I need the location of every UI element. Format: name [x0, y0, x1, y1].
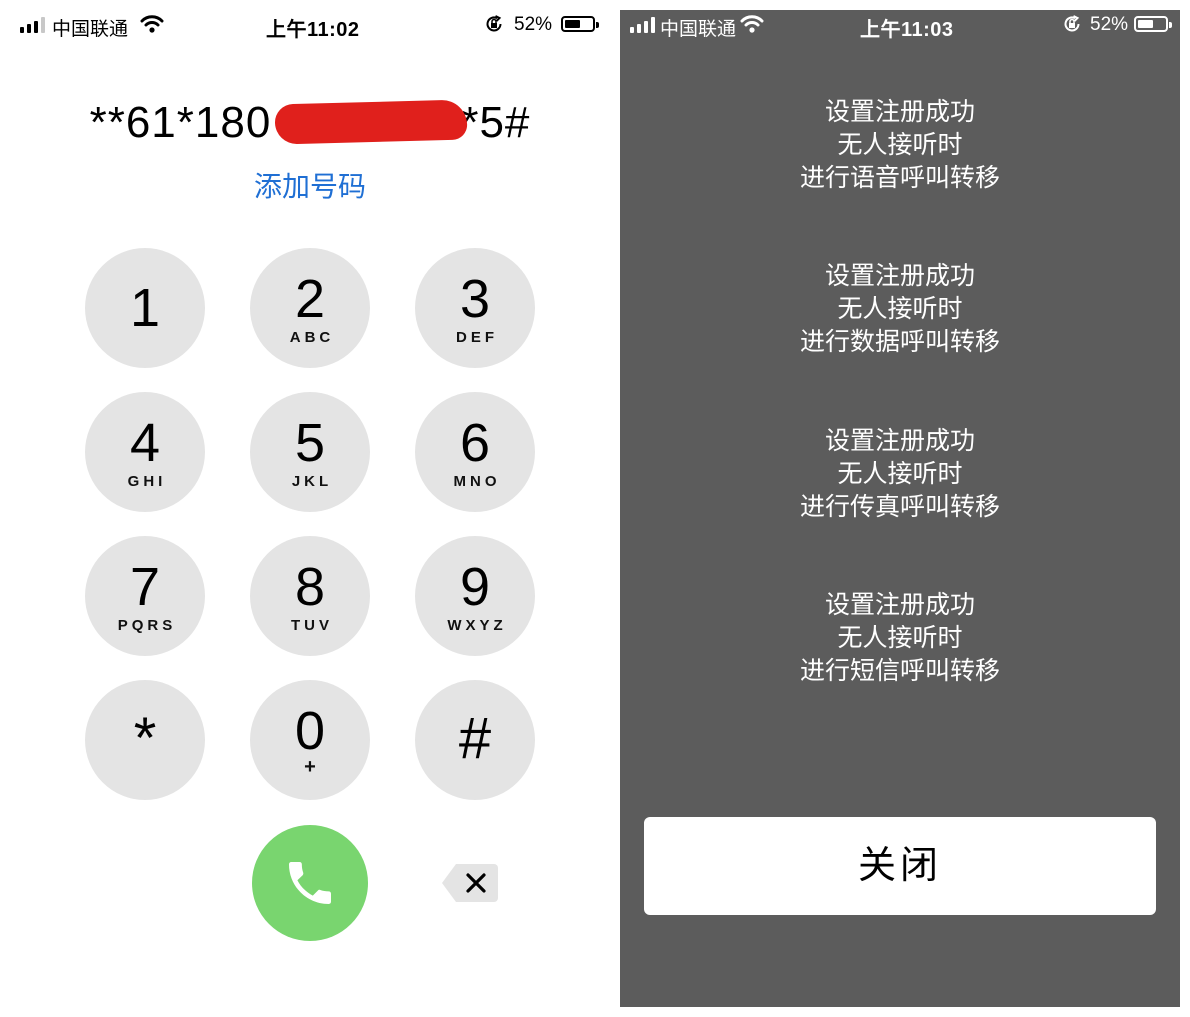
key-8[interactable]: 8 TUV [250, 536, 370, 656]
phone-icon [289, 862, 331, 904]
result-screen: 中国联通 上午11:03 52% 设置注册成功 无人接听时 进行语音呼叫转移 设… [620, 10, 1180, 1007]
message-sms: 设置注册成功 无人接听时 进行短信呼叫转移 [799, 591, 1000, 685]
battery-icon [1134, 16, 1172, 32]
dialed-number: **61*180 *5# [0, 98, 620, 148]
key-2[interactable]: 2 ABC [250, 248, 370, 368]
status-time: 上午11:02 [266, 19, 360, 41]
key-0[interactable]: 0 + [250, 680, 370, 800]
message-voice: 设置注册成功 无人接听时 进行语音呼叫转移 [799, 98, 1000, 192]
key-5[interactable]: 5 JKL [250, 392, 370, 512]
status-bar: 中国联通 上午11:02 52% [0, 0, 620, 52]
close-button[interactable]: 关闭 [644, 817, 1156, 915]
dialed-suffix: *5# [461, 98, 531, 147]
call-button[interactable] [252, 825, 368, 941]
backspace-icon[interactable] [440, 862, 500, 904]
battery-percent: 52% [514, 14, 553, 35]
battery-percent: 52% [1090, 14, 1129, 35]
redaction-mark [274, 99, 468, 145]
battery-icon [561, 16, 599, 32]
signal-icon [630, 17, 655, 33]
key-star[interactable]: * [85, 680, 205, 800]
key-4[interactable]: 4 GHI [85, 392, 205, 512]
key-hash[interactable]: # [415, 680, 535, 800]
rotation-lock-icon [486, 15, 502, 32]
rotation-lock-icon [1064, 15, 1080, 32]
status-time: 上午11:03 [860, 19, 954, 41]
key-7[interactable]: 7 PQRS [85, 536, 205, 656]
dialer-screen: 中国联通 上午11:02 52% **61*180 *5# 添加号码 1 2 AB… [0, 0, 620, 1017]
key-3[interactable]: 3 DEF [415, 248, 535, 368]
key-1[interactable]: 1 [85, 248, 205, 368]
wifi-icon [740, 15, 764, 33]
signal-icon [20, 17, 45, 33]
wifi-icon [140, 15, 164, 33]
carrier-name: 中国联通 [52, 19, 129, 40]
message-fax: 设置注册成功 无人接听时 进行传真呼叫转移 [799, 427, 1000, 521]
dialed-prefix: **61*180 [89, 98, 272, 147]
add-number-link[interactable]: 添加号码 [0, 165, 620, 205]
key-9[interactable]: 9 WXYZ [415, 536, 535, 656]
key-6[interactable]: 6 MNO [415, 392, 535, 512]
status-bar-right: 中国联通 上午11:03 52% [620, 0, 1180, 52]
message-data: 设置注册成功 无人接听时 进行数据呼叫转移 [799, 262, 1000, 356]
carrier-name: 中国联通 [660, 19, 737, 40]
